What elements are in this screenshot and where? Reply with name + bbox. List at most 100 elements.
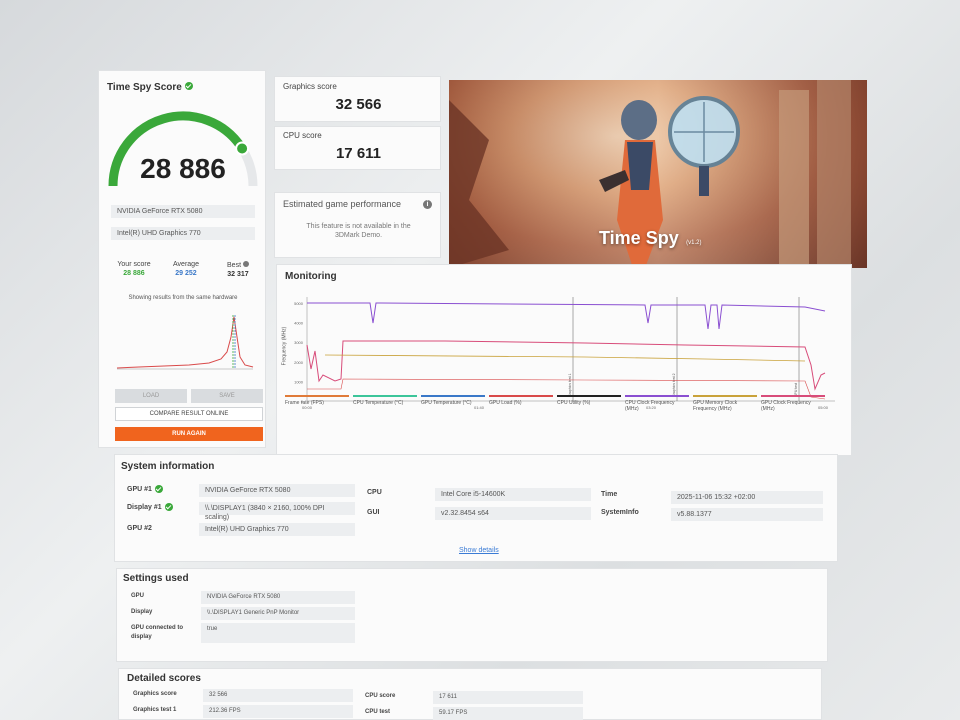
- compare-online-button[interactable]: COMPARE RESULT ONLINE: [115, 407, 263, 421]
- gpu2-value: Intel(R) UHD Graphics 770: [199, 523, 355, 536]
- best-value: 32 317: [227, 271, 249, 278]
- detailed-cpu-score-label: CPU score: [365, 693, 396, 699]
- y-tick-label: 4000: [294, 321, 304, 326]
- detailed-cpu-test-label: CPU test: [365, 709, 391, 715]
- same-hardware-note: Showing results from the same hardware: [128, 295, 238, 301]
- series-gpu-memory-clock-frequency: [324, 354, 806, 362]
- average-block: Average 29 252: [161, 261, 211, 277]
- gpu2-label: GPU #2: [127, 525, 152, 532]
- display1-label-row: Display #1: [127, 503, 173, 511]
- your-score-label: Your score: [117, 261, 151, 268]
- legend-swatch[interactable]: [693, 395, 757, 397]
- detailed-graphics-test1-value: 212.36 FPS: [203, 705, 353, 718]
- display1-label: Display #1: [127, 503, 162, 511]
- settings-display-value: \\.\DISPLAY1 Generic PnP Monitor: [201, 607, 355, 620]
- monitoring-title: Monitoring: [285, 271, 337, 282]
- legend-label[interactable]: GPU Clock Frequency (MHz): [761, 400, 825, 412]
- series-cpu-clock-frequency: [307, 302, 826, 330]
- legend-swatch[interactable]: [285, 395, 349, 397]
- legend-label[interactable]: GPU Load (%): [489, 400, 553, 406]
- show-details-link[interactable]: Show details: [459, 547, 499, 554]
- graphics-score-panel: Graphics score 32 566: [274, 76, 441, 122]
- legend-swatch[interactable]: [557, 395, 621, 397]
- graphics-score-label: Graphics score: [283, 82, 337, 91]
- cpu-score-panel: CPU score 17 611: [274, 126, 441, 170]
- estimated-game-performance-panel: Estimated game performance i This featur…: [274, 192, 441, 258]
- verified-check-icon: [164, 503, 173, 511]
- settings-connected-value: true: [201, 623, 355, 643]
- cpu-label: CPU: [367, 489, 382, 496]
- legend-swatch[interactable]: [421, 395, 485, 397]
- legend-swatch[interactable]: [625, 395, 689, 397]
- legend-swatch[interactable]: [761, 395, 825, 397]
- average-label: Average: [173, 261, 199, 268]
- estimated-note-1: This feature is not available in the: [306, 223, 411, 230]
- settings-gpu-value: NVIDIA GeForce RTX 5080: [201, 591, 355, 604]
- y-tick-label: 2000: [294, 360, 304, 365]
- system-info-title: System information: [121, 461, 215, 472]
- info-icon[interactable]: i: [423, 200, 432, 209]
- gui-value: v2.32.8454 s64: [435, 507, 591, 520]
- gpu1-value: NVIDIA GeForce RTX 5080: [199, 484, 355, 497]
- cpu-score-label: CPU score: [283, 131, 322, 140]
- load-button[interactable]: LOAD: [115, 389, 187, 403]
- average-value: 29 252: [175, 270, 197, 277]
- gpu-row-1: NVIDIA GeForce RTX 5080: [111, 205, 255, 218]
- settings-connected-label-2: display: [131, 634, 152, 640]
- settings-used-panel: Settings used GPU NVIDIA GeForce RTX 508…: [116, 568, 828, 662]
- legend-label[interactable]: Frame rate (FPS): [285, 400, 349, 406]
- y-tick-label: 1000: [294, 379, 304, 384]
- score-panel: Time Spy Score 28 886 NVIDIA GeForce RTX…: [98, 70, 266, 448]
- graphics-score-value: 32 566: [335, 96, 382, 113]
- sysinfo-label: SystemInfo: [601, 509, 639, 516]
- sysinfo-value: v5.88.1377: [671, 508, 823, 521]
- monitoring-chart: 500040003000200010000 00:00 01:40 03:20 05:…: [294, 297, 835, 409]
- detailed-graphics-score-value: 32 566: [203, 689, 353, 702]
- estimated-note-2: 3DMark Demo.: [334, 232, 383, 239]
- test-marker-label: Graphics test 2: [672, 373, 676, 397]
- your-score-block: Your score 28 886: [109, 261, 159, 277]
- time-value: 2025-11-06 15:32 +02:00: [671, 491, 823, 504]
- legend-label[interactable]: GPU Temperature (°C): [421, 400, 485, 406]
- display1-value: \\.\DISPLAY1 (3840 × 2160, 100% DPI scal…: [199, 502, 355, 521]
- verified-check-icon: [184, 81, 193, 90]
- run-again-button[interactable]: RUN AGAIN: [115, 427, 263, 441]
- test-marker-label: Graphics test 1: [568, 373, 572, 397]
- detailed-graphics-score-label: Graphics score: [133, 691, 177, 697]
- monitoring-legend: Frame rate (FPS) CPU Temperature (°C) GPU …: [285, 395, 845, 425]
- legend-swatch[interactable]: [353, 395, 417, 397]
- detailed-cpu-test-value: 59.17 FPS: [433, 707, 583, 720]
- gpu1-label-row: GPU #1: [127, 485, 163, 493]
- gui-label: GUI: [367, 509, 380, 516]
- detailed-cpu-score-value: 17 611: [433, 691, 583, 704]
- time-spy-hero: Time Spy (v1.2): [449, 80, 867, 268]
- best-label-row: Best: [213, 261, 263, 269]
- legend-label[interactable]: GPU Memory Clock Frequency (MHz): [693, 400, 757, 412]
- your-score-value: 28 886: [123, 270, 145, 277]
- best-label: Best: [227, 262, 242, 269]
- settings-display-label: Display: [131, 609, 153, 615]
- best-block: Best 32 317: [213, 261, 263, 278]
- legend-swatch[interactable]: [489, 395, 553, 397]
- detailed-graphics-test1-label: Graphics test 1: [133, 707, 177, 713]
- settings-gpu-label: GPU: [131, 593, 145, 599]
- cpu-value: Intel Core i5-14600K: [435, 488, 591, 501]
- cpu-score-value: 17 611: [335, 145, 382, 162]
- legend-label[interactable]: CPU Temperature (°C): [353, 400, 417, 406]
- time-label: Time: [601, 491, 618, 498]
- settings-connected-label-1: GPU connected to: [131, 625, 184, 631]
- hero-title-row: Time Spy (v1.2): [599, 228, 702, 249]
- detailed-scores-panel: Detailed scores Graphics score 32 566 Gr…: [118, 668, 822, 720]
- gpu1-label: GPU #1: [127, 485, 152, 493]
- series-gpu-clock-frequency: [306, 340, 826, 391]
- score-value: 28 886: [140, 153, 226, 184]
- save-button[interactable]: SAVE: [191, 389, 263, 403]
- gpu-row-2: Intel(R) UHD Graphics 770: [111, 227, 255, 240]
- detailed-title: Detailed scores: [127, 673, 201, 684]
- info-icon[interactable]: [242, 261, 249, 267]
- hero-version: (v1.2): [686, 240, 702, 246]
- legend-label[interactable]: CPU Clock Frequency (MHz): [625, 400, 689, 412]
- verified-check-icon: [154, 485, 163, 493]
- y-tick-label: 5000: [294, 301, 304, 306]
- legend-label[interactable]: CPU Utility (%): [557, 400, 621, 406]
